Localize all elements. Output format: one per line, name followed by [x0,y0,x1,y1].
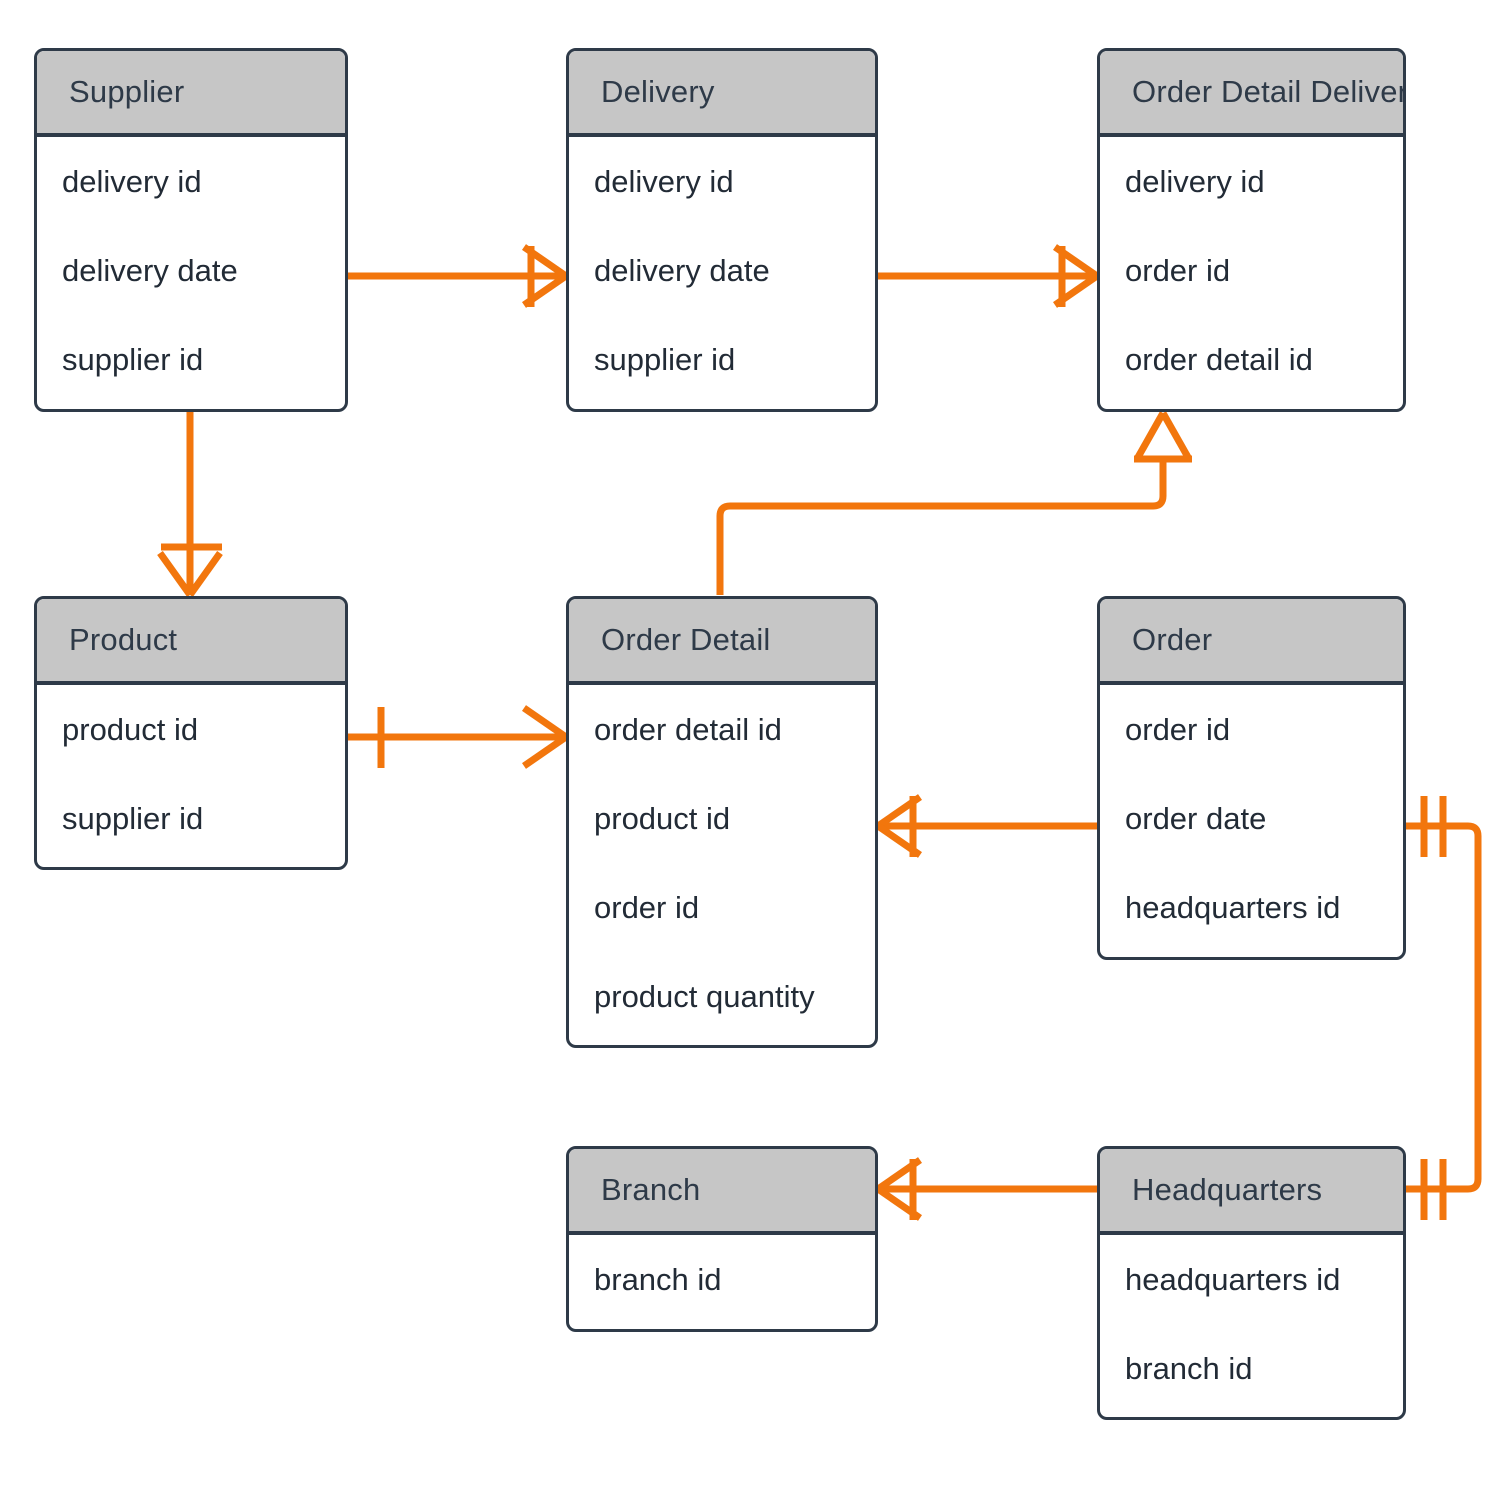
entity-product-title: Product [69,622,178,657]
entity-order-detail-header: Order Detail [569,599,875,685]
relationship-branch-headquarters[interactable] [876,1157,1097,1221]
attribute-row: supplier id [62,341,204,377]
relationship-supplier-product[interactable] [157,411,223,598]
entity-order-detail-delivery-attributes: delivery id order id order detail id [1100,137,1403,404]
attribute-row: order id [1125,711,1231,747]
attribute-row: delivery id [62,163,202,199]
relationship-delivery-order-detail-delivery[interactable] [878,244,1099,308]
entity-supplier[interactable]: Supplier delivery id delivery date suppl… [34,48,348,412]
entity-order[interactable]: Order order id order date headquarters i… [1097,596,1406,960]
attribute-row: product id [594,800,731,836]
relationship-supplier-delivery[interactable] [348,244,568,308]
attribute-row: delivery id [1125,163,1265,199]
attribute-row: delivery date [594,252,770,288]
entity-order-detail-delivery-header: Order Detail Delivery [1100,51,1403,137]
attribute-row: branch id [594,1261,722,1297]
attribute-row: order detail id [594,711,782,747]
entity-order-detail-delivery[interactable]: Order Detail Delivery delivery id order … [1097,48,1406,412]
entity-order-header: Order [1100,599,1403,685]
entity-delivery[interactable]: Delivery delivery id delivery date suppl… [566,48,878,412]
entity-supplier-title: Supplier [69,74,185,109]
entity-product-header: Product [37,599,345,685]
relationship-order-detail-delivery-order-detail[interactable] [716,411,1193,595]
entity-order-detail[interactable]: Order Detail order detail id product id … [566,596,878,1048]
relationship-product-order-detail[interactable] [348,705,568,769]
entity-product-attributes: product id supplier id [37,685,345,863]
entity-order-detail-title: Order Detail [601,622,771,657]
attribute-row: headquarters id [1125,1261,1341,1297]
attribute-row: order detail id [1125,341,1313,377]
attribute-row: product id [62,711,199,747]
attribute-row: delivery date [62,252,238,288]
er-diagram-canvas: Supplier delivery id delivery date suppl… [0,0,1500,1500]
entity-product[interactable]: Product product id supplier id [34,596,348,870]
entity-headquarters-title: Headquarters [1132,1172,1323,1207]
entity-branch-title: Branch [601,1172,701,1207]
attribute-row: product quantity [594,978,815,1014]
relationship-order-detail-order[interactable] [876,794,1097,858]
attribute-row: supplier id [594,341,736,377]
entity-branch-header: Branch [569,1149,875,1235]
entity-headquarters-attributes: headquarters id branch id [1100,1235,1403,1413]
attribute-row: order id [1125,252,1231,288]
attribute-row: headquarters id [1125,889,1341,925]
attribute-row: supplier id [62,800,204,836]
entity-order-detail-delivery-title: Order Detail Delivery [1132,74,1406,109]
entity-headquarters-header: Headquarters [1100,1149,1403,1235]
entity-supplier-header: Supplier [37,51,345,137]
entity-delivery-title: Delivery [601,74,715,109]
attribute-row: branch id [1125,1350,1253,1386]
entity-headquarters[interactable]: Headquarters headquarters id branch id [1097,1146,1406,1420]
relationship-order-headquarters[interactable] [1406,796,1482,1220]
entity-delivery-attributes: delivery id delivery date supplier id [569,137,875,404]
entity-order-title: Order [1132,622,1213,657]
entity-branch-attributes: branch id [569,1235,875,1324]
entity-delivery-header: Delivery [569,51,875,137]
entity-order-detail-attributes: order detail id product id order id prod… [569,685,875,1041]
entity-supplier-attributes: delivery id delivery date supplier id [37,137,345,404]
attribute-row: order date [1125,800,1267,836]
entity-branch[interactable]: Branch branch id [566,1146,878,1332]
attribute-row: order id [594,889,700,925]
attribute-row: delivery id [594,163,734,199]
entity-order-attributes: order id order date headquarters id [1100,685,1403,952]
